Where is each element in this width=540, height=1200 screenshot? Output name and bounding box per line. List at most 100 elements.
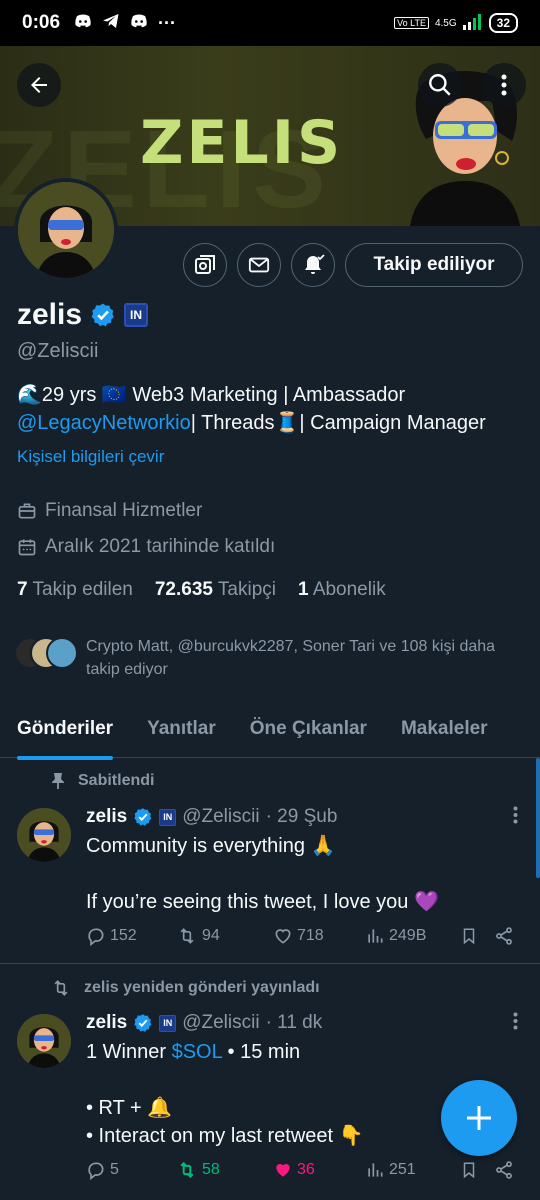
like-icon (275, 929, 291, 944)
mail-icon (248, 257, 270, 273)
bookmark-button[interactable] (460, 926, 494, 946)
retweet-icon (180, 1161, 194, 1179)
tweet-header: zelis IN @Zeliscii · 29 Şub (86, 806, 337, 828)
joined-text: Aralık 2021 tarihinde katıldı (45, 536, 276, 557)
signal-icon (462, 13, 483, 33)
profile-category: Finansal Hizmetler (17, 500, 202, 522)
following-count-link[interactable]: 7 Takip edilen (17, 579, 133, 601)
tweet-more-button[interactable] (513, 806, 518, 830)
translate-bio-link[interactable]: Kişisel bilgileri çevir (17, 447, 164, 467)
tweet-author-handle[interactable]: @Zeliscii (182, 806, 259, 828)
tweet-reposted[interactable]: zelis yeniden gönderi yayınladı zelis IN… (0, 964, 540, 1200)
tweet-pinned[interactable]: Sabitlendi zelis IN @Zeliscii · 29 Şub C… (0, 758, 540, 963)
back-button[interactable] (17, 63, 61, 107)
followers-count-link[interactable]: 72.635 Takipçi (155, 579, 276, 601)
like-button[interactable]: 718 (273, 926, 365, 946)
tweet-avatar[interactable] (17, 808, 71, 862)
grok-button[interactable] (183, 243, 227, 287)
views-button[interactable]: 249B (365, 926, 460, 946)
following-button[interactable]: Takip ediliyor (345, 243, 523, 287)
views-button[interactable]: 251 (365, 1160, 460, 1180)
reply-button[interactable]: 152 (86, 926, 176, 946)
avatar-image (17, 808, 71, 862)
message-button[interactable] (237, 243, 281, 287)
retweet-icon (180, 928, 194, 944)
more-vertical-icon (513, 806, 518, 824)
discord-icon (130, 14, 148, 33)
search-icon (429, 74, 451, 96)
tab-replies[interactable]: Yanıtlar (147, 718, 216, 740)
share-icon (496, 1161, 512, 1179)
profile-counts: 7 Takip edilen 72.635 Takipçi 1 Abonelik (17, 579, 386, 601)
tweet-header: zelis IN @Zeliscii · 11 dk (86, 1012, 322, 1034)
grok-icon (195, 255, 215, 274)
pinned-label: Sabitlendi (50, 772, 154, 790)
battery-indicator: 32 (488, 13, 518, 33)
tweet-actions: 152 94 718 249B (86, 926, 516, 946)
known-follower-avatars (14, 637, 80, 673)
system-icons: Vo LTE 4.5G 32 (394, 13, 518, 33)
tweet-author-name[interactable]: zelis (86, 1012, 127, 1034)
bookmark-icon (463, 928, 475, 945)
bio-line-2-text: | Threads🧵| Campaign Manager (190, 412, 486, 434)
briefcase-icon (18, 503, 36, 519)
profile-avatar[interactable] (14, 178, 118, 282)
more-vertical-icon (513, 1012, 518, 1030)
more-options-button[interactable] (482, 63, 526, 107)
tweet-more-button[interactable] (513, 1012, 518, 1036)
known-follower-avatar (46, 637, 78, 669)
bio-mention-link[interactable]: @LegacyNetworkio (17, 412, 191, 434)
tweet-actions: 5 58 36 251 (86, 1160, 516, 1180)
bell-icon (305, 254, 325, 274)
cashtag-link[interactable]: $SOL (172, 1041, 222, 1063)
tweet-time[interactable]: · 29 Şub (266, 806, 338, 828)
retweet-button[interactable]: 58 (176, 1160, 273, 1180)
volte-badge: Vo LTE (394, 17, 429, 29)
retweet-button[interactable]: 94 (176, 926, 273, 946)
back-arrow-icon (31, 77, 47, 93)
display-name: zelis (17, 298, 83, 331)
profile-handle: @Zeliscii (17, 340, 99, 362)
reply-button[interactable]: 5 (86, 1160, 176, 1180)
tweet-avatar[interactable] (17, 1014, 71, 1068)
tweet-time[interactable]: · 11 dk (266, 1012, 323, 1034)
bookmark-button[interactable] (460, 1160, 494, 1180)
subscriptions-count-link[interactable]: 1 Abonelik (298, 579, 386, 601)
share-icon (496, 927, 512, 945)
verified-icon (134, 808, 152, 826)
calendar-icon (18, 539, 36, 556)
profile-bio: 🌊29 yrs 🇪🇺 Web3 Marketing | Ambassador @… (17, 381, 527, 437)
repost-label: zelis yeniden gönderi yayınladı (50, 978, 320, 998)
compose-post-button[interactable] (441, 1080, 517, 1156)
bookmark-icon (463, 1162, 475, 1179)
affiliate-badge-icon[interactable]: IN (124, 303, 149, 327)
more-vertical-icon (501, 74, 507, 96)
known-followers[interactable]: Crypto Matt, @burcukvk2287, Soner Tari v… (14, 635, 506, 681)
tab-posts[interactable]: Gönderiler (17, 718, 114, 760)
tab-highlights[interactable]: Öne Çıkanlar (250, 718, 367, 740)
avatar-image (17, 1014, 71, 1068)
share-button[interactable] (494, 1160, 514, 1180)
affiliate-badge-icon: IN (159, 808, 177, 826)
category-text: Finansal Hizmetler (45, 500, 203, 521)
search-button[interactable] (418, 63, 462, 107)
tweet-author-name[interactable]: zelis (86, 806, 127, 828)
tweet-author-handle[interactable]: @Zeliscii (182, 1012, 259, 1034)
notifications-button[interactable] (291, 243, 335, 287)
bio-line-1: 🌊29 yrs 🇪🇺 Web3 Marketing | Ambassador (17, 384, 406, 406)
telegram-icon (102, 13, 120, 34)
status-time: 0:06 (22, 12, 61, 33)
known-followers-text: Crypto Matt, @burcukvk2287, Soner Tari v… (86, 638, 496, 678)
retweet-icon (54, 980, 68, 996)
like-button[interactable]: 36 (273, 1160, 365, 1180)
notification-icons: ··· (74, 13, 176, 34)
views-icon (368, 929, 383, 943)
verified-icon (134, 1014, 152, 1032)
tab-articles[interactable]: Makaleler (401, 718, 488, 740)
profile-name-row: zelis IN (17, 298, 149, 332)
share-button[interactable] (494, 926, 514, 946)
affiliate-badge-icon: IN (159, 1014, 177, 1032)
network-label: 4.5G (434, 17, 457, 29)
verified-icon[interactable] (90, 302, 116, 328)
profile-joined: Aralık 2021 tarihinde katıldı (17, 536, 275, 558)
